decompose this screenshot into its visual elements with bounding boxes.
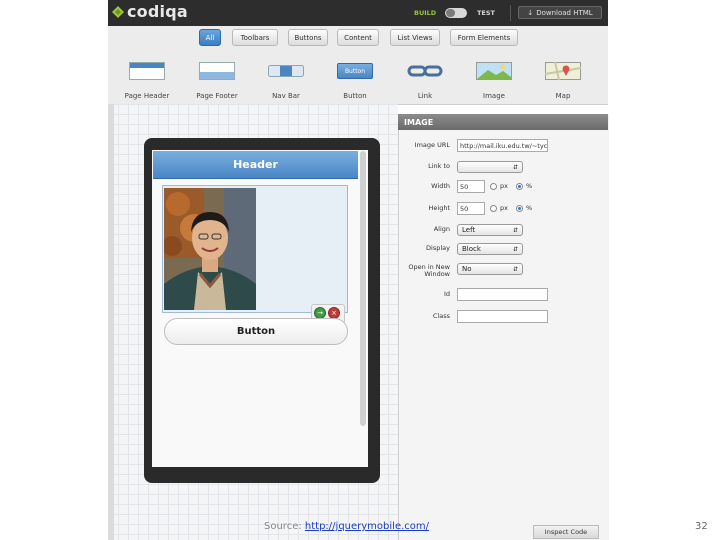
- portrait-photo[interactable]: [164, 188, 256, 310]
- component-label-map: Map: [555, 92, 571, 100]
- mode-toggle-knob[interactable]: [446, 9, 455, 17]
- component-label-image: Image: [483, 92, 505, 100]
- display-label: Display: [426, 244, 450, 252]
- open-new-window-value: No: [462, 265, 472, 273]
- tab-list-views[interactable]: List Views: [390, 29, 440, 46]
- image-url-label: Image URL: [414, 141, 450, 149]
- component-label-link: Link: [417, 92, 433, 100]
- display-select[interactable]: Block ⇵: [457, 243, 523, 255]
- height-percent-unit: %: [526, 204, 533, 212]
- page-footer-icon[interactable]: [199, 62, 235, 80]
- download-html-label: Download HTML: [536, 8, 593, 17]
- tab-toolbars[interactable]: Toolbars: [232, 29, 278, 46]
- properties-panel-title: IMAGE: [398, 114, 608, 130]
- align-label: Align: [433, 225, 450, 233]
- height-label: Height: [428, 204, 451, 212]
- width-percent-unit: %: [526, 182, 533, 190]
- id-input[interactable]: [457, 288, 548, 301]
- select-arrows-icon: ⇵: [512, 226, 518, 234]
- width-label: Width: [431, 182, 450, 190]
- height-percent-radio[interactable]: [516, 205, 523, 212]
- open-new-window-label: Open in New Window: [408, 263, 450, 278]
- source-link[interactable]: http://jquerymobile.com/: [305, 521, 429, 532]
- id-label: Id: [443, 290, 450, 298]
- width-percent-radio[interactable]: [516, 183, 523, 190]
- tab-content[interactable]: Content: [337, 29, 379, 46]
- download-html-button[interactable]: ↓ Download HTML: [518, 6, 602, 19]
- page-number: 32: [695, 521, 708, 532]
- select-arrows-icon: ⇵: [512, 245, 518, 253]
- preview-header[interactable]: Header: [153, 151, 358, 179]
- image-url-input[interactable]: http://mail.iku.edu.tw/~tyc: [457, 139, 548, 152]
- width-px-radio[interactable]: [490, 183, 497, 190]
- component-label-button: Button: [343, 92, 367, 100]
- app-logo: codiqa: [127, 2, 188, 21]
- tab-buttons[interactable]: Buttons: [288, 29, 328, 46]
- download-arrow-icon: ↓: [527, 8, 534, 17]
- height-input[interactable]: 50: [457, 202, 485, 215]
- select-arrows-icon: ⇵: [512, 163, 518, 171]
- select-arrows-icon: ⇵: [512, 265, 518, 273]
- topbar-divider: [510, 5, 511, 21]
- align-select[interactable]: Left ⇵: [457, 224, 523, 236]
- width-input[interactable]: 50: [457, 180, 485, 193]
- test-mode-label[interactable]: TEST: [477, 9, 495, 17]
- class-input[interactable]: [457, 310, 548, 323]
- link-chain-icon[interactable]: [407, 62, 443, 80]
- inspect-code-button[interactable]: Inspect Code: [533, 525, 599, 539]
- nav-bar-icon[interactable]: [268, 62, 304, 80]
- source-prefix: Source:: [264, 521, 305, 532]
- tab-form-elements[interactable]: Form Elements: [450, 29, 518, 46]
- align-value: Left: [462, 226, 476, 234]
- class-label: Class: [432, 312, 450, 320]
- component-label-page-footer: Page Footer: [196, 92, 238, 100]
- tab-all[interactable]: All: [199, 29, 221, 46]
- height-px-radio[interactable]: [490, 205, 497, 212]
- properties-panel: [398, 114, 609, 540]
- codiqa-leaf-icon: [112, 6, 124, 18]
- map-pin-icon[interactable]: [545, 62, 581, 80]
- image-landscape-icon[interactable]: [476, 62, 512, 80]
- display-value: Block: [462, 245, 481, 253]
- build-mode-label[interactable]: BUILD: [414, 9, 436, 17]
- link-to-select[interactable]: ⇵: [457, 161, 523, 173]
- component-label-nav-bar: Nav Bar: [272, 92, 300, 100]
- canvas-scrollbar[interactable]: [108, 104, 114, 540]
- width-px-unit: px: [500, 182, 508, 190]
- open-new-window-select[interactable]: No ⇵: [457, 263, 523, 275]
- source-note: Source: http://jquerymobile.com/: [264, 521, 429, 532]
- link-to-label: Link to: [428, 162, 450, 170]
- phone-scrollbar[interactable]: [360, 151, 366, 426]
- button-component-icon[interactable]: Button: [337, 63, 373, 79]
- page-header-icon[interactable]: [129, 62, 165, 80]
- preview-button[interactable]: Button: [164, 318, 348, 345]
- component-label-page-header: Page Header: [124, 92, 170, 100]
- height-px-unit: px: [500, 204, 508, 212]
